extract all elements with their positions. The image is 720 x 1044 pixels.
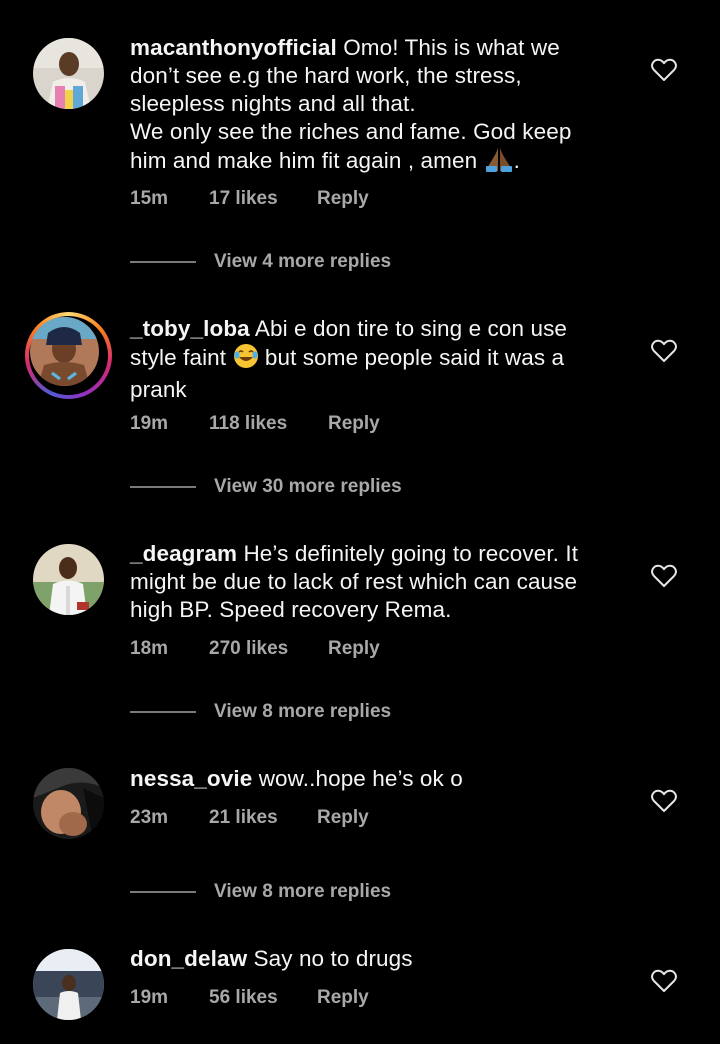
timestamp: 19m	[130, 413, 169, 434]
reply-button[interactable]: Reply	[317, 188, 369, 210]
avatar[interactable]	[33, 768, 104, 839]
divider	[130, 261, 196, 263]
comment-meta: 15m 17 likes Reply	[130, 188, 369, 210]
heart-icon[interactable]	[651, 564, 677, 588]
timestamp: 19m	[130, 987, 169, 1008]
likes-count[interactable]: 21 likes	[209, 807, 317, 829]
avatar[interactable]	[33, 544, 104, 615]
timestamp: 23m	[130, 807, 169, 828]
avatar[interactable]	[25, 312, 112, 399]
heart-icon[interactable]	[651, 339, 677, 363]
timestamp: 18m	[130, 638, 169, 659]
comment-meta: 18m 270 likes Reply	[130, 638, 380, 660]
reply-button[interactable]: Reply	[328, 638, 380, 660]
avatar[interactable]	[33, 38, 104, 109]
likes-count[interactable]: 118 likes	[209, 413, 328, 435]
tears-of-joy-icon	[233, 343, 259, 376]
comment-meta: 23m 21 likes Reply	[130, 807, 369, 829]
username[interactable]: nessa_ovie	[130, 766, 252, 791]
likes-count[interactable]: 270 likes	[209, 638, 328, 660]
username[interactable]: don_delaw	[130, 946, 247, 971]
username[interactable]: _toby_loba	[130, 316, 250, 341]
folded-hands-icon	[484, 146, 514, 179]
view-more-replies[interactable]: View 4 more replies	[130, 250, 391, 274]
comment-meta: 19m 56 likes Reply	[130, 987, 369, 1009]
username[interactable]: macanthonyofficial	[130, 35, 337, 60]
likes-count[interactable]: 56 likes	[209, 987, 317, 1009]
comment-text: don_delaw Say no to drugs	[130, 946, 413, 971]
view-more-replies[interactable]: View 8 more replies	[130, 700, 391, 724]
avatar[interactable]	[33, 949, 104, 1020]
comment-text: _deagram He’s definitely going to recove…	[130, 541, 579, 622]
comment-meta: 19m 118 likes Reply	[130, 413, 380, 435]
divider	[130, 711, 196, 713]
likes-count[interactable]: 17 likes	[209, 188, 317, 210]
timestamp: 15m	[130, 188, 169, 209]
comment-text: nessa_ovie wow..hope he’s ok o	[130, 766, 463, 791]
username[interactable]: _deagram	[130, 541, 237, 566]
comment-text: macanthonyofficial Omo! This is what we …	[130, 34, 620, 179]
divider	[130, 891, 196, 893]
reply-button[interactable]: Reply	[317, 807, 369, 829]
view-more-replies[interactable]: View 30 more replies	[130, 475, 402, 499]
divider	[130, 486, 196, 488]
comment-text: _toby_loba Abi e don tire to sing e con …	[130, 316, 568, 402]
view-more-replies[interactable]: View 8 more replies	[130, 880, 391, 904]
heart-icon[interactable]	[651, 58, 677, 82]
reply-button[interactable]: Reply	[317, 987, 369, 1009]
heart-icon[interactable]	[651, 969, 677, 993]
reply-button[interactable]: Reply	[328, 413, 380, 435]
heart-icon[interactable]	[651, 789, 677, 813]
